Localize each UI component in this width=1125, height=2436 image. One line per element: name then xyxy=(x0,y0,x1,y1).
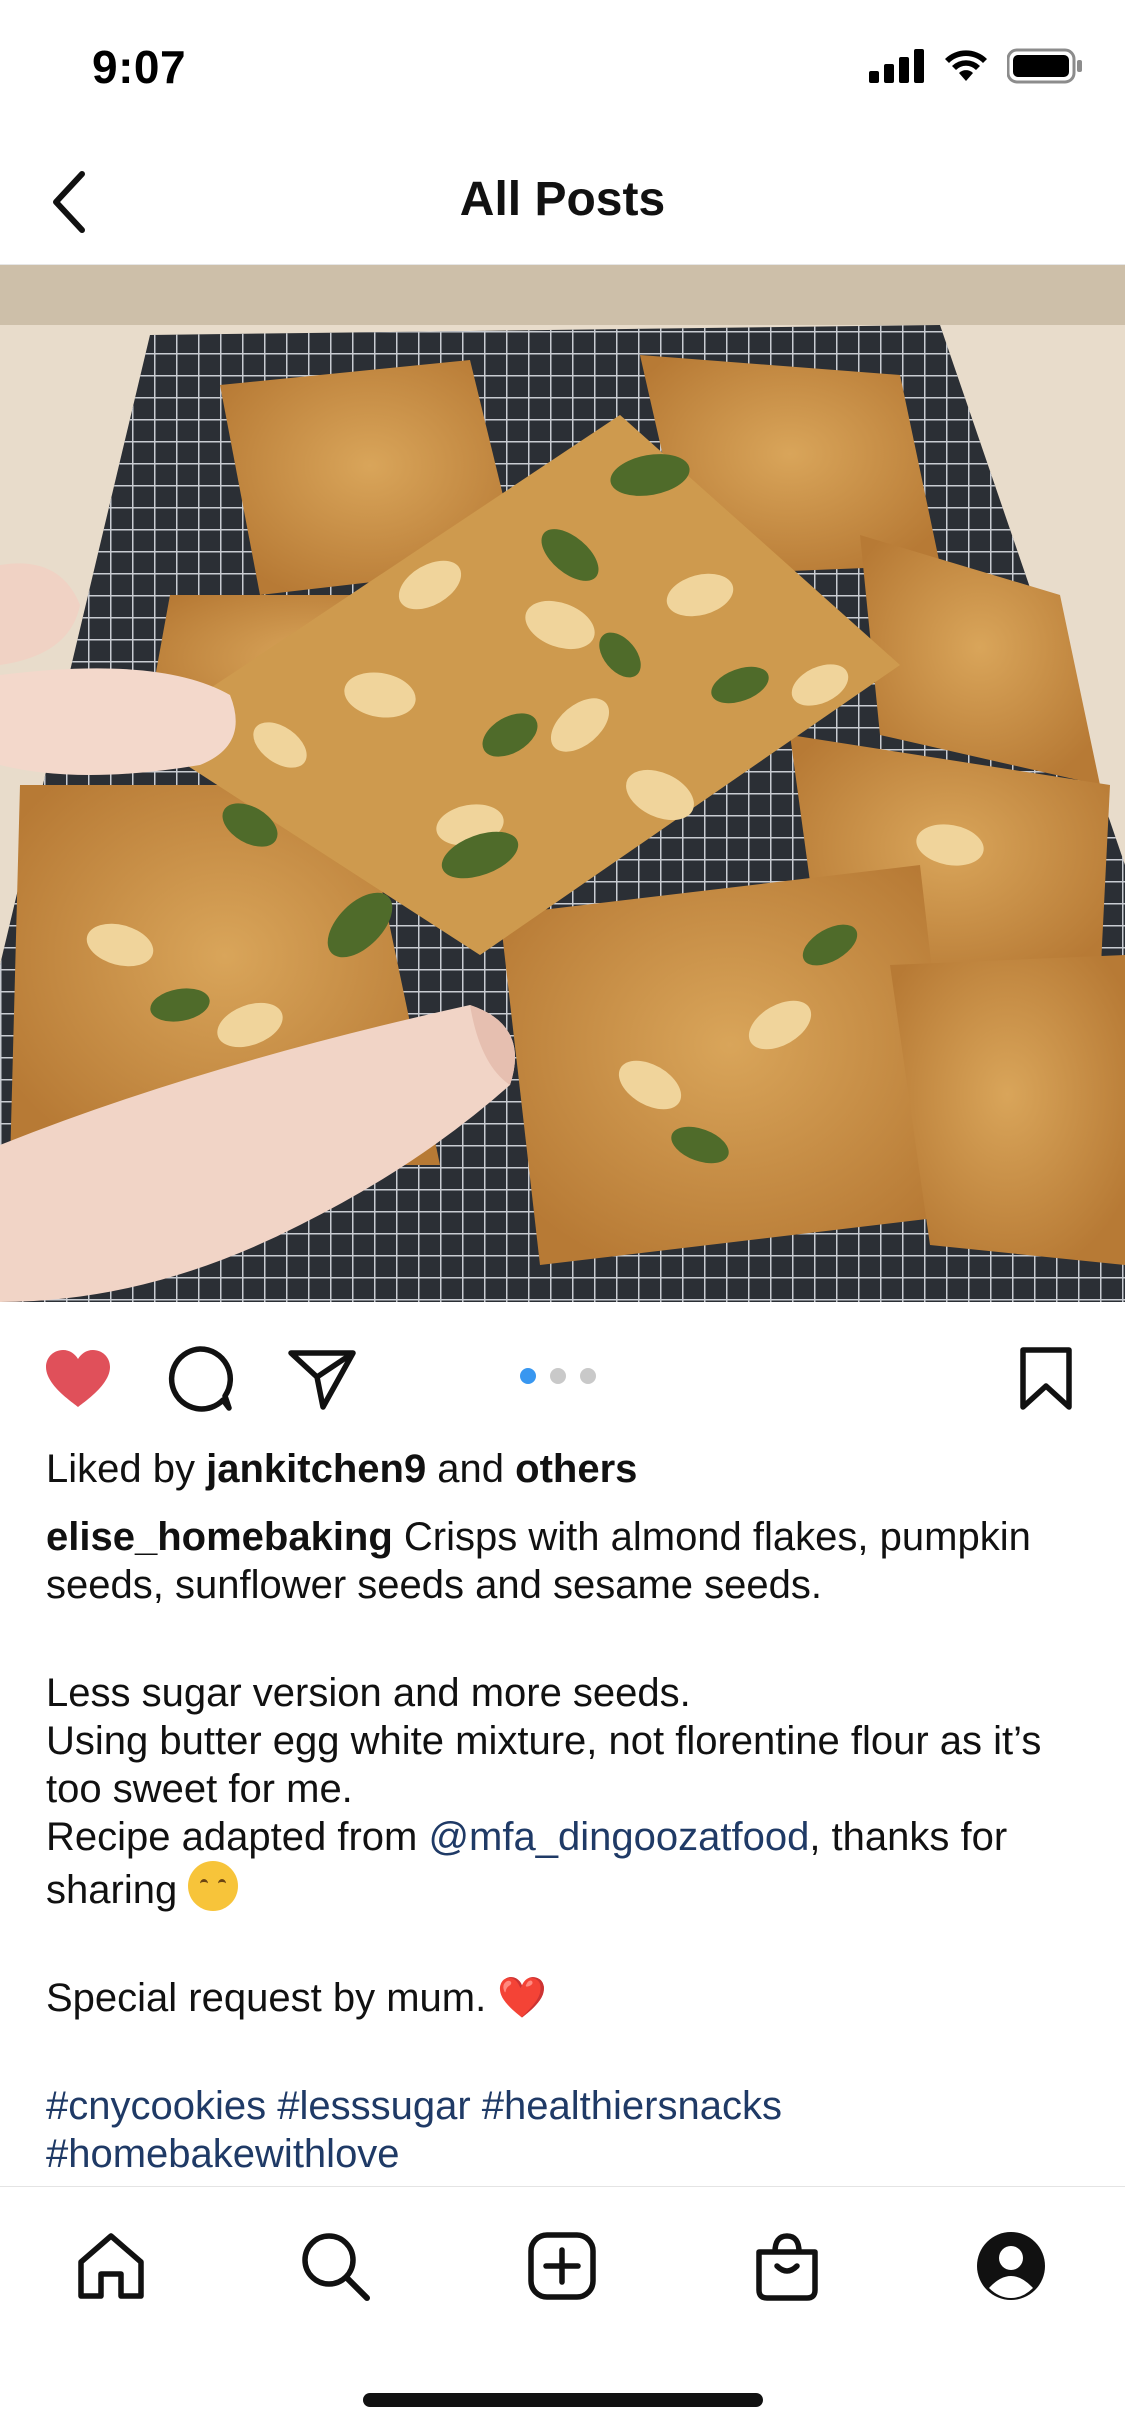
likes-summary: Liked by jankitchen9 and others xyxy=(46,1445,1086,1493)
profile-icon xyxy=(977,2232,1045,2300)
add-post-icon xyxy=(528,2232,596,2300)
tab-new-post[interactable] xyxy=(517,2221,607,2311)
shop-icon xyxy=(756,2233,818,2301)
caption-line: Using butter egg white mixture, not flor… xyxy=(46,1719,1042,1811)
status-time: 9:07 xyxy=(92,41,187,93)
post-image[interactable] xyxy=(0,265,1125,1302)
wifi-icon xyxy=(945,50,987,81)
page-title: All Posts xyxy=(459,173,666,226)
carousel-indicator xyxy=(520,1368,596,1384)
tab-search[interactable] xyxy=(290,2221,380,2311)
liked-by-user-link[interactable]: jankitchen9 xyxy=(206,1447,426,1491)
tab-profile[interactable] xyxy=(966,2221,1056,2311)
status-bar: 9:07 xyxy=(0,0,1125,140)
liked-by-others-link[interactable]: others xyxy=(515,1447,637,1491)
page-header: All Posts xyxy=(0,140,1125,265)
caption-text: elise_homebaking Crisps with almond flak… xyxy=(46,1513,1086,1609)
caption-username-link[interactable]: elise_homebaking xyxy=(46,1515,393,1559)
share-button[interactable] xyxy=(282,1344,362,1414)
bottom-tab-bar xyxy=(0,2186,1125,2336)
share-icon xyxy=(288,1350,356,1410)
post-actions xyxy=(0,1302,1125,1442)
status-icons xyxy=(869,48,1083,84)
carousel-dot xyxy=(550,1368,566,1384)
caption-special-text: Special request by mum. xyxy=(46,1976,498,2020)
caption-special: Special request by mum. ❤️ xyxy=(46,1974,1086,2022)
caption-recipe-prefix: Recipe adapted from xyxy=(46,1815,429,1859)
home-indicator[interactable] xyxy=(363,2393,763,2407)
cellular-signal-icon xyxy=(869,49,924,83)
tab-home[interactable] xyxy=(66,2221,156,2311)
red-heart-emoji-icon: ❤️ xyxy=(497,1976,548,2020)
comment-button[interactable] xyxy=(160,1344,240,1414)
home-icon xyxy=(78,2233,144,2299)
save-button[interactable] xyxy=(1006,1344,1086,1414)
hugging-face-emoji-icon xyxy=(188,1861,239,1911)
search-icon xyxy=(302,2233,370,2301)
likes-prefix: Liked by xyxy=(46,1447,207,1491)
mention-link[interactable]: @mfa_dingoozatfood xyxy=(428,1815,809,1859)
battery-icon xyxy=(1007,48,1082,84)
post-caption: Liked by jankitchen9 and others elise_ho… xyxy=(46,1445,1086,2178)
heart-filled-icon xyxy=(46,1350,110,1407)
post-photo-graphic xyxy=(0,265,1125,1302)
caption-recipe: Recipe adapted from @mfa_dingoozatfood, … xyxy=(46,1813,1086,1914)
hashtags[interactable]: #cnycookies #lesssugar #healthiersnacks … xyxy=(46,2082,1086,2178)
likes-and: and xyxy=(426,1447,516,1491)
bookmark-icon xyxy=(1020,1347,1072,1410)
caption-line: Less sugar version and more seeds. xyxy=(46,1671,691,1715)
carousel-dot xyxy=(580,1368,596,1384)
carousel-dot-active xyxy=(520,1368,536,1384)
tab-shop[interactable] xyxy=(742,2221,832,2311)
like-button[interactable] xyxy=(38,1344,118,1414)
comment-icon xyxy=(168,1346,234,1412)
